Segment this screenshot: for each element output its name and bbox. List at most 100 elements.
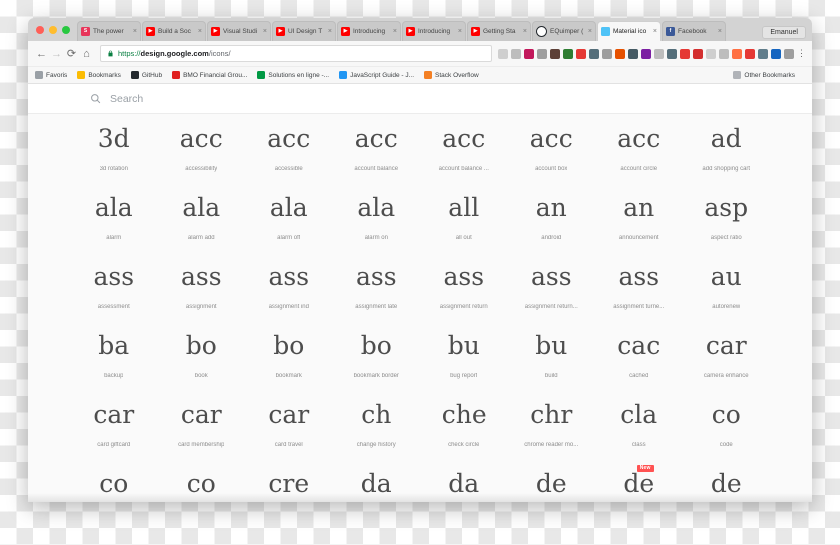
bookmark-item[interactable]: Favoris <box>35 71 67 79</box>
icon-grid-item[interactable]: ch change history <box>333 390 421 459</box>
icon-grid-item[interactable]: dedelete <box>508 459 596 502</box>
icon-grid-item[interactable]: car card membership <box>158 390 246 459</box>
browser-tab[interactable]: ▶ Introducing × <box>337 21 401 41</box>
icon-grid-item[interactable]: car card travel <box>245 390 333 459</box>
profile-button[interactable]: Emanuel <box>762 26 806 39</box>
icon-grid-item[interactable]: che check circle <box>420 390 508 459</box>
icon-grid-item[interactable]: dedescription <box>683 459 771 502</box>
tab-close-icon[interactable]: × <box>393 28 397 35</box>
close-window-button[interactable] <box>36 25 44 34</box>
extension-icon[interactable] <box>745 48 755 59</box>
icon-grid-item[interactable]: acc accessibility <box>158 114 246 183</box>
forward-icon[interactable]: → <box>49 46 64 61</box>
extension-icon[interactable] <box>719 48 729 59</box>
bookmark-item[interactable]: GitHub <box>130 71 162 79</box>
icon-grid-item[interactable]: cocompare arrows <box>70 459 158 502</box>
icon-grid-item[interactable]: acc account balance <box>333 114 421 183</box>
icon-grid-item[interactable]: an announcement <box>595 183 683 252</box>
icon-grid-item[interactable]: ass assignment late <box>333 252 421 321</box>
icon-grid-item[interactable]: ala alarm on <box>333 183 421 252</box>
icon-grid-item[interactable]: asp aspect ratio <box>683 183 771 252</box>
extension-icon[interactable] <box>550 48 560 59</box>
extension-icon[interactable] <box>784 48 794 59</box>
tab-close-icon[interactable]: × <box>588 28 592 35</box>
bookmark-item[interactable]: Stack Overflow <box>424 71 479 79</box>
tab-close-icon[interactable]: × <box>328 28 332 35</box>
extension-icon[interactable] <box>693 48 703 59</box>
browser-tab[interactable]: S The power × <box>77 21 141 41</box>
extension-icon[interactable] <box>654 48 664 59</box>
icon-grid-item[interactable]: bo book <box>158 321 246 390</box>
icon-grid-item[interactable]: bu bug report <box>420 321 508 390</box>
minimize-window-button[interactable] <box>49 25 57 34</box>
icon-grid-item[interactable]: ala alarm off <box>245 183 333 252</box>
browser-tab[interactable]: ▶ UI Design T × <box>272 21 336 41</box>
icon-grid-item[interactable]: bo bookmark <box>245 321 333 390</box>
icon-grid-item[interactable]: cac cached <box>595 321 683 390</box>
extension-icon[interactable] <box>680 48 690 59</box>
reload-icon[interactable]: ⟳ <box>64 46 79 61</box>
extension-icon[interactable] <box>758 48 768 59</box>
extension-icon[interactable] <box>563 48 573 59</box>
icon-grid-item[interactable]: co code <box>683 390 771 459</box>
browser-tab[interactable]: EQuimper (× <box>532 21 596 41</box>
extension-icon[interactable] <box>576 48 586 59</box>
address-bar[interactable]: https://design.google.com/icons/ <box>100 45 492 62</box>
home-icon[interactable]: ⌂ <box>79 46 94 61</box>
icon-grid-item[interactable]: acc accessible <box>245 114 333 183</box>
browser-tab[interactable]: ▶ Build a Soc × <box>142 21 206 41</box>
icon-grid-item[interactable]: car camera enhance <box>683 321 771 390</box>
extension-icon[interactable] <box>628 48 638 59</box>
extension-icon[interactable] <box>615 48 625 59</box>
icon-grid-item[interactable]: car card giftcard <box>70 390 158 459</box>
browser-tab[interactable]: ▶ Getting Sta × <box>467 21 531 41</box>
bookmark-item[interactable]: Bookmarks <box>77 71 121 79</box>
icon-grid-item[interactable]: bu build <box>508 321 596 390</box>
icon-grid-item[interactable]: ass assessment <box>70 252 158 321</box>
browser-tab[interactable]: f Facebook × <box>662 21 726 41</box>
icon-grid-item[interactable]: ass assignment return... <box>508 252 596 321</box>
tab-close-icon[interactable]: × <box>523 28 527 35</box>
extension-icon[interactable] <box>667 48 677 59</box>
bookmark-item[interactable]: Solutions en ligne -... <box>257 71 329 79</box>
extension-icon[interactable] <box>537 48 547 59</box>
tab-close-icon[interactable]: × <box>198 28 202 35</box>
extension-icon[interactable] <box>641 48 651 59</box>
tab-close-icon[interactable]: × <box>718 28 722 35</box>
icon-grid-item[interactable]: an android <box>508 183 596 252</box>
extension-icon[interactable] <box>732 48 742 59</box>
extension-icon[interactable] <box>524 48 534 59</box>
icon-grid-item[interactable]: crecredit card <box>245 459 333 502</box>
icon-grid-item[interactable]: acc account circle <box>595 114 683 183</box>
icon-grid-item[interactable]: ass assignment ind <box>245 252 333 321</box>
icon-grid-item[interactable]: dadashboard <box>333 459 421 502</box>
icon-grid-item[interactable]: dadate range <box>420 459 508 502</box>
icon-grid-item[interactable]: Newdedelete forever <box>595 459 683 502</box>
extension-icon[interactable] <box>602 48 612 59</box>
icon-grid-item[interactable]: chr chrome reader mo... <box>508 390 596 459</box>
icon-grid-item[interactable]: ba backup <box>70 321 158 390</box>
icon-grid-item[interactable]: ass assignment turne... <box>595 252 683 321</box>
back-icon[interactable]: ← <box>34 46 49 61</box>
icon-grid-item[interactable]: ad add shopping cart <box>683 114 771 183</box>
icon-grid-item[interactable]: cla class <box>595 390 683 459</box>
icon-grid-item[interactable]: ala alarm add <box>158 183 246 252</box>
icon-search-bar[interactable]: Search <box>28 84 812 114</box>
icon-grid-item[interactable]: ala alarm <box>70 183 158 252</box>
bookmark-item[interactable]: BMO Financial Grou... <box>172 71 247 79</box>
tab-close-icon[interactable]: × <box>653 28 657 35</box>
icon-grid-item[interactable]: all all out <box>420 183 508 252</box>
bookmark-item[interactable]: JavaScript Guide - J... <box>339 71 414 79</box>
search-input[interactable]: Search <box>110 93 143 105</box>
icon-grid-item[interactable]: ass assignment return <box>420 252 508 321</box>
icon-grid-item[interactable]: au autorenew <box>683 252 771 321</box>
icon-grid-item[interactable]: 3d 3d rotation <box>70 114 158 183</box>
extension-icon[interactable] <box>589 48 599 59</box>
tab-close-icon[interactable]: × <box>263 28 267 35</box>
maximize-window-button[interactable] <box>62 25 70 34</box>
icon-grid-item[interactable]: ass assignment <box>158 252 246 321</box>
browser-tab[interactable]: ▶ Visual Studi × <box>207 21 271 41</box>
icon-grid-item[interactable]: acc account box <box>508 114 596 183</box>
tab-close-icon[interactable]: × <box>133 28 137 35</box>
browser-tab[interactable]: ▶ Introducing × <box>402 21 466 41</box>
